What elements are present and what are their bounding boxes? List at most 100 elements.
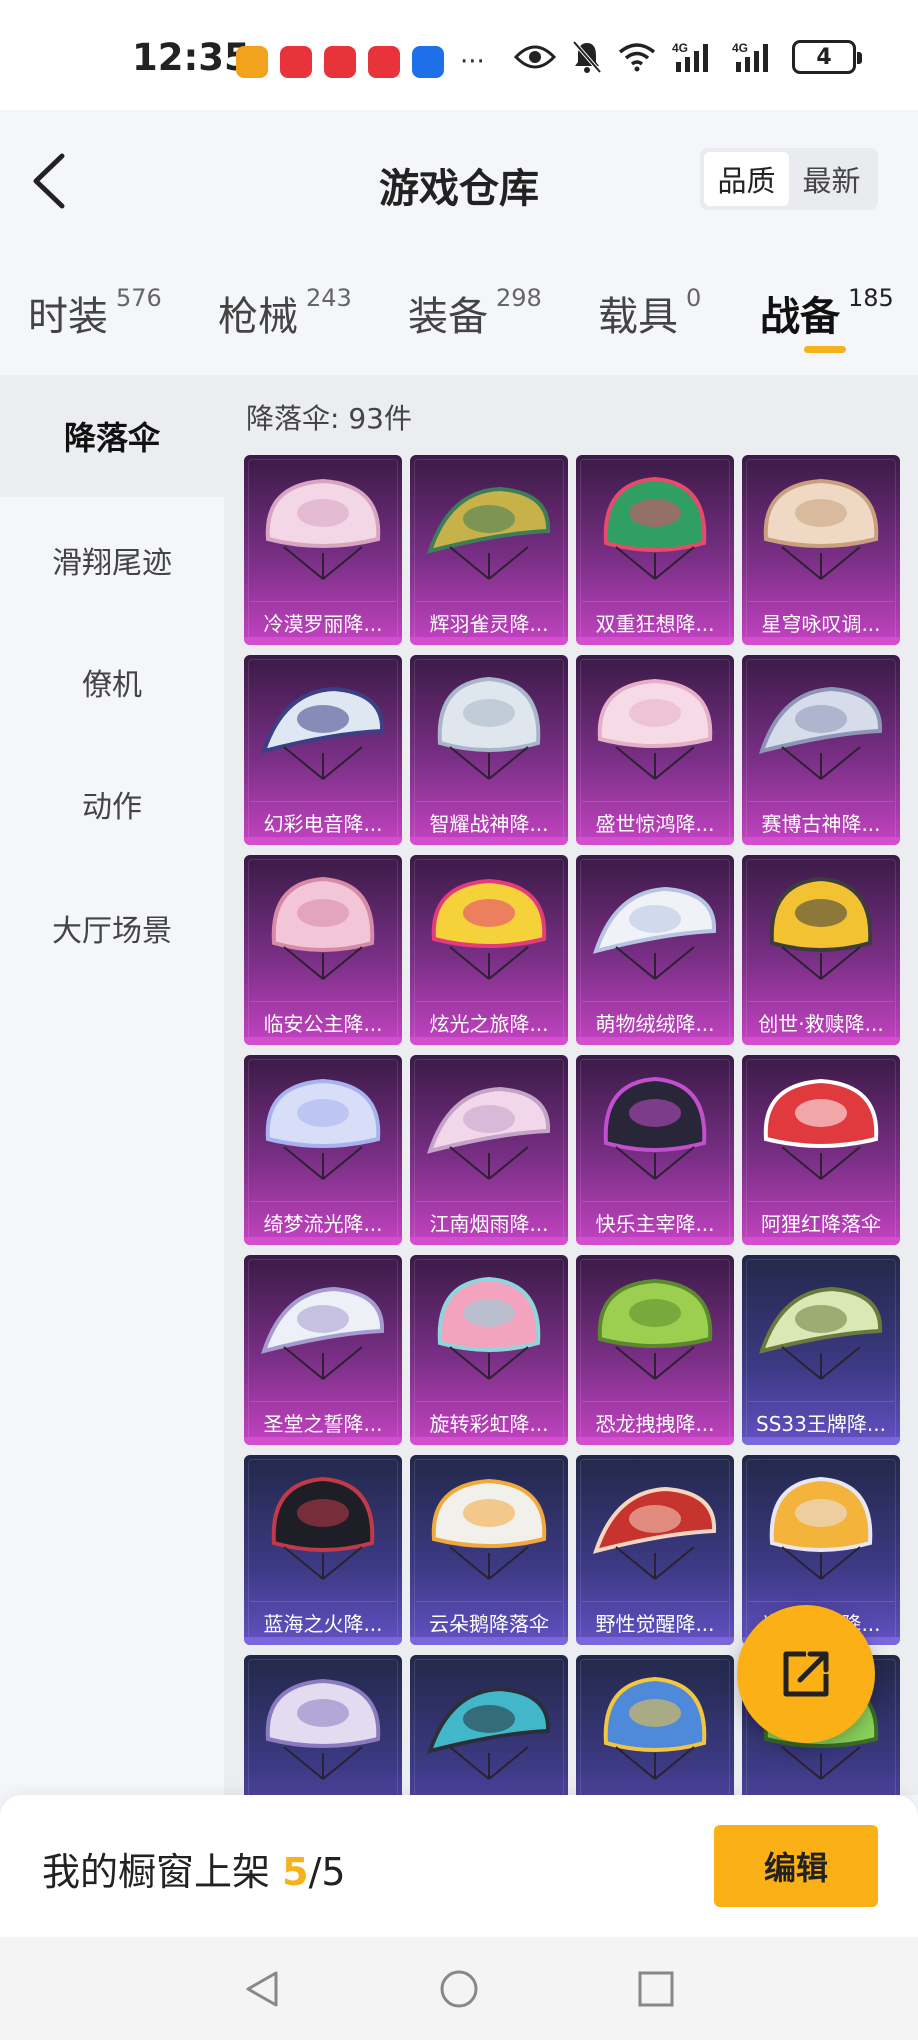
item-name: 星穹咏叹调... bbox=[748, 601, 894, 637]
item-card[interactable] bbox=[576, 1655, 734, 1795]
rarity-bar bbox=[576, 837, 734, 845]
parachute-dino-icon bbox=[597, 1278, 713, 1380]
canopy-pattern bbox=[463, 505, 515, 533]
item-card[interactable]: 冷漠罗丽降... bbox=[244, 455, 402, 645]
item-card[interactable]: 双重狂想降... bbox=[576, 455, 734, 645]
parachute-teal-tiger-icon bbox=[426, 1686, 551, 1780]
sidebar-item-emote[interactable]: 动作 bbox=[0, 743, 224, 865]
item-card[interactable]: 星穹咏叹调... bbox=[742, 455, 900, 645]
canopy-pattern bbox=[297, 1305, 349, 1333]
item-content-area: 降落伞: 93件 冷漠罗丽降... 辉羽雀灵降... 双重狂想降... 星穹咏叹调..… bbox=[224, 375, 918, 1795]
tab-battle-gear[interactable]: 战备 185 bbox=[760, 284, 894, 342]
nav-home-button[interactable] bbox=[437, 1967, 481, 2011]
item-card[interactable] bbox=[244, 1655, 402, 1795]
item-card[interactable]: 临安公主降... bbox=[244, 855, 402, 1045]
nav-back-button[interactable] bbox=[240, 1967, 284, 2011]
item-name: 幻彩电音降... bbox=[250, 801, 396, 837]
parachute-pink-wing-icon bbox=[271, 876, 375, 980]
item-card[interactable]: 阿狸红降落伞 bbox=[742, 1055, 900, 1245]
sidebar-item-lobby-scene[interactable]: 大厅场景 bbox=[0, 867, 224, 989]
parachute-cords bbox=[283, 1346, 363, 1380]
item-card[interactable]: 赛博古神降... bbox=[742, 655, 900, 845]
item-name: SS33王牌降... bbox=[748, 1401, 894, 1437]
item-name: 快乐主宰降... bbox=[582, 1201, 728, 1237]
item-card[interactable]: 恐龙拽拽降... bbox=[576, 1255, 734, 1445]
item-card[interactable]: 旋转彩虹降... bbox=[410, 1255, 568, 1445]
sort-option-newest[interactable]: 最新 bbox=[789, 152, 874, 206]
canopy-pattern bbox=[297, 1099, 349, 1127]
parachute-cords bbox=[449, 946, 529, 980]
item-name: 萌物绒绒降... bbox=[582, 1001, 728, 1037]
item-name: 临安公主降... bbox=[250, 1001, 396, 1037]
status-bar: 12:35 ··· 4G 4G 4 bbox=[0, 0, 918, 110]
sidebar-item-wingman[interactable]: 僚机 bbox=[0, 621, 224, 743]
item-card[interactable]: 云朵鹅降落伞 bbox=[410, 1455, 568, 1645]
canopy-pattern bbox=[629, 1505, 681, 1533]
svg-text:4G: 4G bbox=[672, 41, 688, 55]
item-card[interactable]: 幻彩电音降... bbox=[244, 655, 402, 845]
item-card[interactable]: 炫光之旅降... bbox=[410, 855, 568, 1045]
share-button[interactable] bbox=[737, 1605, 875, 1743]
item-name: 辉羽雀灵降... bbox=[416, 601, 562, 637]
battery-icon: 4 bbox=[792, 40, 862, 74]
item-card[interactable]: 蓝海之火降... bbox=[244, 1455, 402, 1645]
tab-outfits[interactable]: 时装 576 bbox=[28, 284, 162, 342]
tab-count: 298 bbox=[496, 284, 542, 312]
canopy-pattern bbox=[629, 905, 681, 933]
showcase-bar: 我的橱窗上架 5/5 编辑 bbox=[0, 1795, 918, 1937]
sidebar-item-glide-trail[interactable]: 滑翔尾迹 bbox=[0, 499, 224, 621]
signal-4g-icon-2: 4G bbox=[732, 40, 776, 74]
showcase-total: /5 bbox=[308, 1850, 346, 1894]
parachute-glass-wing-icon bbox=[758, 686, 883, 780]
item-card[interactable] bbox=[410, 1655, 568, 1795]
rarity-bar bbox=[742, 1037, 900, 1045]
parachute-cords bbox=[781, 1346, 861, 1380]
item-name: 炫光之旅降... bbox=[416, 1001, 562, 1037]
item-card[interactable]: 萌物绒绒降... bbox=[576, 855, 734, 1045]
edit-button[interactable]: 编辑 bbox=[714, 1825, 878, 1907]
canopy-pattern bbox=[463, 1499, 515, 1527]
tab-vehicles[interactable]: 载具 0 bbox=[598, 284, 701, 342]
parachute-cords bbox=[781, 746, 861, 780]
rarity-bar bbox=[742, 637, 900, 645]
parachute-cords bbox=[615, 1546, 695, 1580]
nav-back-icon bbox=[246, 1971, 278, 2007]
sidebar-item-parachute[interactable]: 降落伞 bbox=[0, 375, 224, 497]
svg-text:4G: 4G bbox=[732, 41, 748, 55]
tab-equipment[interactable]: 装备 298 bbox=[408, 284, 542, 342]
rarity-bar bbox=[576, 1637, 734, 1645]
item-name: 创世·救赎降... bbox=[748, 1001, 894, 1037]
battery-level: 4 bbox=[816, 44, 832, 70]
item-card[interactable]: 智耀战神降... bbox=[410, 655, 568, 845]
canopy-pattern bbox=[795, 705, 847, 733]
item-card[interactable]: 盛世惊鸿降... bbox=[576, 655, 734, 845]
rarity-bar bbox=[576, 1437, 734, 1445]
canopy-pattern bbox=[297, 1499, 349, 1527]
canopy-pattern bbox=[795, 1499, 847, 1527]
system-icons: 4G 4G 4 bbox=[514, 40, 862, 74]
parachute-cords bbox=[283, 1746, 363, 1780]
item-card[interactable]: SS33王牌降... bbox=[742, 1255, 900, 1445]
item-card[interactable]: 野性觉醒降... bbox=[576, 1455, 734, 1645]
item-card[interactable]: 江南烟雨降... bbox=[410, 1055, 568, 1245]
sort-option-quality[interactable]: 品质 bbox=[704, 152, 789, 206]
item-name: 冷漠罗丽降... bbox=[250, 601, 396, 637]
parachute-ss33-icon bbox=[758, 1286, 883, 1380]
item-card[interactable]: 圣堂之誓降... bbox=[244, 1255, 402, 1445]
item-card[interactable]: 创世·救赎降... bbox=[742, 855, 900, 1045]
canopy-pattern bbox=[795, 499, 847, 527]
item-card[interactable]: 辉羽雀灵降... bbox=[410, 455, 568, 645]
item-name: 恐龙拽拽降... bbox=[582, 1401, 728, 1437]
parachute-cords bbox=[283, 546, 363, 580]
parachute-graffiti-icon bbox=[260, 686, 385, 780]
rarity-bar bbox=[410, 1237, 568, 1245]
item-card[interactable]: 绮梦流光降... bbox=[244, 1055, 402, 1245]
nav-recents-button[interactable] bbox=[634, 1967, 678, 2011]
item-name: 双重狂想降... bbox=[582, 601, 728, 637]
more-notifications-icon: ··· bbox=[460, 47, 485, 77]
tab-label: 枪械 bbox=[218, 294, 298, 340]
tab-weapons[interactable]: 枪械 243 bbox=[218, 284, 352, 342]
item-card[interactable]: 快乐主宰降... bbox=[576, 1055, 734, 1245]
canopy-pattern bbox=[795, 899, 847, 927]
parachute-pink-lace-icon bbox=[265, 478, 381, 580]
